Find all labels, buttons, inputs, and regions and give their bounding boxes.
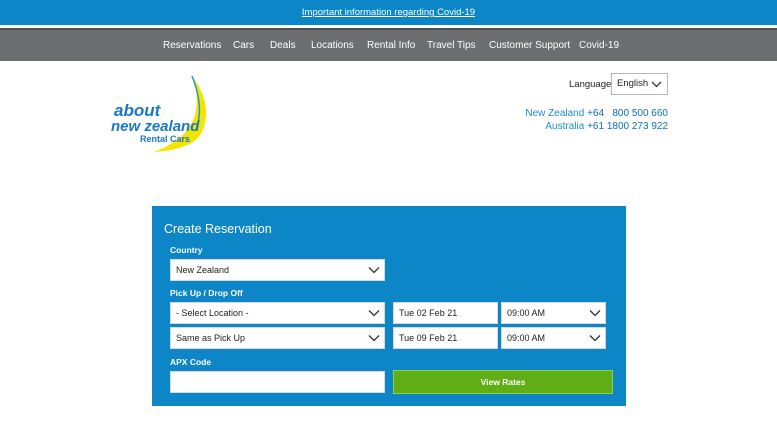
nav-item-reservations[interactable]: Reservations [163, 30, 221, 61]
dropoff-date-value: Tue 09 Feb 21 [399, 333, 458, 343]
pickup-location-select[interactable]: - Select Location - [170, 302, 385, 324]
chevron-down-icon [368, 310, 380, 317]
language-value: English [617, 78, 649, 89]
phone-new-zealand: New Zealand +64 800 500 660 [525, 108, 668, 119]
dropoff-date-field[interactable]: Tue 09 Feb 21 [393, 327, 498, 349]
view-rates-button[interactable]: View Rates [393, 370, 613, 394]
chevron-down-icon [368, 335, 380, 342]
phone-number[interactable]: 800 500 660 [612, 108, 668, 119]
phone-code: +64 [587, 108, 605, 119]
phone-number[interactable]: 1800 273 922 [607, 121, 668, 132]
phone-australia: Australia +61 1800 273 922 [545, 121, 668, 132]
nav-item-travel-tips[interactable]: Travel Tips [427, 30, 476, 61]
nav-item-cars[interactable]: Cars [233, 30, 254, 61]
covid-banner: Important information regarding Covid-19 [0, 0, 777, 25]
dropoff-time-value: 09:00 AM [507, 333, 546, 343]
phone-country: Australia [545, 121, 585, 132]
pickup-time-value: 09:00 AM [507, 308, 546, 318]
pickup-date-value: Tue 02 Feb 21 [399, 308, 458, 318]
pickup-dropoff-label: Pick Up / Drop Off [170, 288, 243, 298]
chevron-down-icon [589, 335, 601, 342]
main-nav: Reservations Cars Deals Locations Rental… [0, 28, 777, 61]
logo-text-rental-cars: Rental Cars [140, 134, 190, 144]
nav-item-customer-support[interactable]: Customer Support [489, 30, 570, 61]
dropoff-location-select[interactable]: Same as Pick Up [170, 327, 385, 349]
logo-text-new-zealand: new zealand [111, 118, 200, 135]
language-select[interactable]: English [611, 73, 668, 95]
apx-code-label: APX Code [170, 357, 212, 367]
nav-item-covid-19[interactable]: Covid-19 [579, 30, 619, 61]
pickup-date-field[interactable]: Tue 02 Feb 21 [393, 302, 498, 324]
nav-item-deals[interactable]: Deals [270, 30, 296, 61]
country-value: New Zealand [176, 265, 230, 275]
apx-code-input[interactable] [170, 371, 385, 393]
nav-item-locations[interactable]: Locations [311, 30, 354, 61]
language-label: Language [569, 79, 612, 90]
chevron-down-icon [589, 310, 601, 317]
company-logo[interactable]: about new zealand Rental Cars [108, 74, 228, 154]
country-select[interactable]: New Zealand [170, 259, 385, 281]
pickup-location-value: - Select Location - [176, 308, 249, 318]
pickup-time-select[interactable]: 09:00 AM [501, 302, 606, 324]
country-label: Country [170, 245, 203, 255]
phone-code: +61 [587, 121, 605, 132]
dropoff-time-select[interactable]: 09:00 AM [501, 327, 606, 349]
reservation-title: Create Reservation [164, 222, 272, 236]
nav-item-rental-info[interactable]: Rental Info [367, 30, 415, 61]
chevron-down-icon [651, 81, 662, 88]
chevron-down-icon [368, 267, 380, 274]
phone-country: New Zealand [525, 108, 585, 119]
covid-info-link[interactable]: Important information regarding Covid-19 [302, 7, 475, 18]
dropoff-location-value: Same as Pick Up [176, 333, 246, 343]
